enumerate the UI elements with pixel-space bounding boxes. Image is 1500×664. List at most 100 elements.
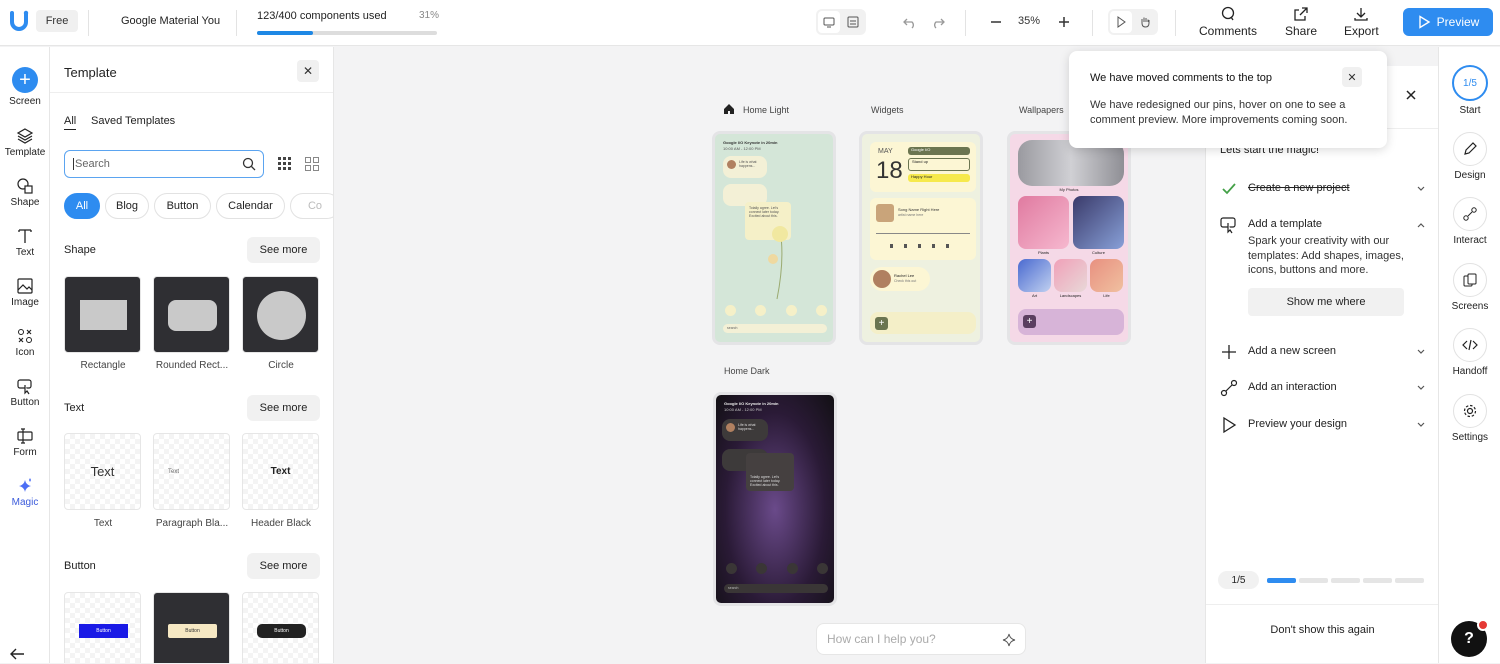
usage-text: 123/400 components used: [257, 10, 387, 22]
phone-widgets[interactable]: MAY 18 Google I/O Stand up Happy Hour So…: [859, 131, 983, 345]
rail-item-interact[interactable]: Interact: [1439, 197, 1500, 246]
interact-icon: [1463, 207, 1477, 221]
undo-icon[interactable]: [899, 11, 921, 33]
template-button-dark[interactable]: Button: [242, 592, 319, 663]
play-mode-icon[interactable]: [1110, 11, 1132, 33]
grid-small-icon[interactable]: [278, 157, 292, 174]
template-text[interactable]: Text: [64, 433, 141, 510]
frame-label-wallpapers[interactable]: Wallpapers: [1019, 105, 1064, 115]
tooltip-title: We have moved comments to the top: [1090, 72, 1272, 84]
phone-home-light[interactable]: Google I/O Keynote in 20min 10:00 AM - 1…: [712, 131, 836, 345]
chevron-down-icon: [1417, 422, 1425, 427]
template-rounded-rect[interactable]: [153, 276, 230, 353]
zoom-out-icon[interactable]: [985, 11, 1007, 33]
step-label: Add a new screen: [1248, 345, 1337, 357]
see-more-button[interactable]: See more: [247, 553, 320, 579]
rail-item-form[interactable]: Form: [0, 427, 50, 458]
dock: +: [870, 312, 976, 334]
zoom-in-icon[interactable]: [1053, 11, 1075, 33]
check-icon: [1222, 183, 1236, 195]
hand-tool-icon[interactable]: [1134, 11, 1156, 33]
divider: [50, 92, 333, 93]
frame-label-home-dark[interactable]: Home Dark: [724, 366, 770, 376]
rail-item-template[interactable]: Template: [0, 127, 50, 158]
plan-badge[interactable]: Free: [36, 10, 78, 32]
rail-label: Magic: [11, 497, 39, 508]
keynote-time: 10:00 AM - 12:00 PM: [724, 407, 762, 412]
phone-home-dark[interactable]: Google I/O Keynote in 20min 10:00 AM - 1…: [713, 392, 837, 606]
divider: [965, 10, 966, 36]
rail-label: Interact: [1453, 235, 1487, 246]
landscapes-image: [1054, 259, 1087, 292]
mode-toggle-group: [1108, 9, 1158, 35]
template-circle[interactable]: [242, 276, 319, 353]
rail-item-handoff[interactable]: Handoff: [1439, 328, 1500, 377]
export-button[interactable]: Export: [1344, 6, 1379, 38]
grid-large-icon[interactable]: [305, 157, 319, 174]
ai-prompt-input[interactable]: How can I help you?: [816, 623, 1026, 655]
zoom-level[interactable]: 35%: [1018, 15, 1040, 27]
message-bubble: Life is what happens...: [722, 419, 768, 441]
rail-item-magic[interactable]: Magic: [0, 477, 50, 508]
search-input[interactable]: Search: [64, 150, 264, 178]
play-icon: [1418, 15, 1430, 29]
dock-app-icon: [756, 563, 768, 574]
comments-label: Comments: [1199, 24, 1258, 38]
redo-icon[interactable]: [927, 11, 949, 33]
rail-item-image[interactable]: Image: [0, 277, 50, 308]
show-me-where-button[interactable]: Show me where: [1248, 288, 1404, 316]
section-title-text: Text: [64, 402, 85, 414]
rail-label: Screen: [9, 96, 41, 107]
template-header[interactable]: Text: [242, 433, 319, 510]
share-button[interactable]: Share: [1285, 6, 1317, 38]
avatar: [726, 423, 735, 432]
chip-button[interactable]: Button: [154, 193, 211, 219]
question-icon: ?: [1464, 630, 1474, 647]
preview-button[interactable]: Preview: [1403, 8, 1493, 36]
rail-item-start[interactable]: 1/5 Start: [1439, 65, 1500, 116]
dont-show-again-button[interactable]: Don't show this again: [1206, 624, 1439, 636]
comments-button[interactable]: Comments: [1199, 6, 1257, 38]
see-more-button[interactable]: See more: [247, 237, 320, 263]
pen-icon: [1464, 142, 1477, 155]
rail-label: Design: [1454, 170, 1486, 181]
chip-co[interactable]: Co: [290, 193, 333, 219]
chip-blog[interactable]: Blog: [105, 193, 149, 219]
collapse-arrow-icon[interactable]: [8, 647, 26, 664]
project-name[interactable]: Google Material You: [121, 15, 220, 27]
rail-item-button[interactable]: Button: [0, 377, 50, 408]
rail-label: Form: [13, 447, 37, 458]
app-logo-icon[interactable]: [8, 10, 30, 32]
tab-all[interactable]: All: [64, 115, 77, 130]
rail-item-settings[interactable]: Settings: [1439, 394, 1500, 443]
section-title-button: Button: [64, 560, 96, 572]
rail-item-icon[interactable]: Icon: [0, 327, 50, 358]
rail-item-shape[interactable]: Shape: [0, 177, 50, 208]
close-tooltip-icon[interactable]: ✕: [1342, 67, 1362, 87]
frame-label-home-light[interactable]: Home Light: [743, 105, 789, 115]
chip-all[interactable]: All: [64, 193, 100, 219]
rail-item-screens[interactable]: Screens: [1439, 263, 1500, 312]
frame-label-widgets[interactable]: Widgets: [871, 105, 904, 115]
rail-item-text[interactable]: Text: [0, 227, 50, 258]
tab-saved-templates[interactable]: Saved Templates: [91, 115, 175, 127]
close-panel-icon[interactable]: ✕: [297, 60, 319, 82]
divider: [1092, 10, 1093, 36]
template-button-cream[interactable]: Button: [153, 592, 230, 663]
chip-calendar[interactable]: Calendar: [216, 193, 285, 219]
desktop-view-icon[interactable]: [818, 11, 840, 33]
layers-icon: [16, 128, 34, 144]
see-more-button[interactable]: See more: [247, 395, 320, 421]
preview-label: Preview: [1436, 15, 1480, 29]
rail-item-design[interactable]: Design: [1439, 132, 1500, 181]
template-button-blue[interactable]: Button: [64, 592, 141, 663]
phone-wallpapers[interactable]: My Photos Plants Culture Art Landscapes …: [1007, 131, 1131, 345]
rail-item-screen[interactable]: + Screen: [0, 67, 50, 107]
close-magic-icon[interactable]: [1405, 89, 1417, 104]
template-rectangle[interactable]: [64, 276, 141, 353]
add-icon: +: [1023, 315, 1036, 328]
mobile-view-icon[interactable]: [842, 11, 864, 33]
step-description: Spark your creativity with our templates…: [1248, 235, 1404, 276]
flower-illustration: [768, 226, 788, 300]
template-paragraph[interactable]: Text: [153, 433, 230, 510]
